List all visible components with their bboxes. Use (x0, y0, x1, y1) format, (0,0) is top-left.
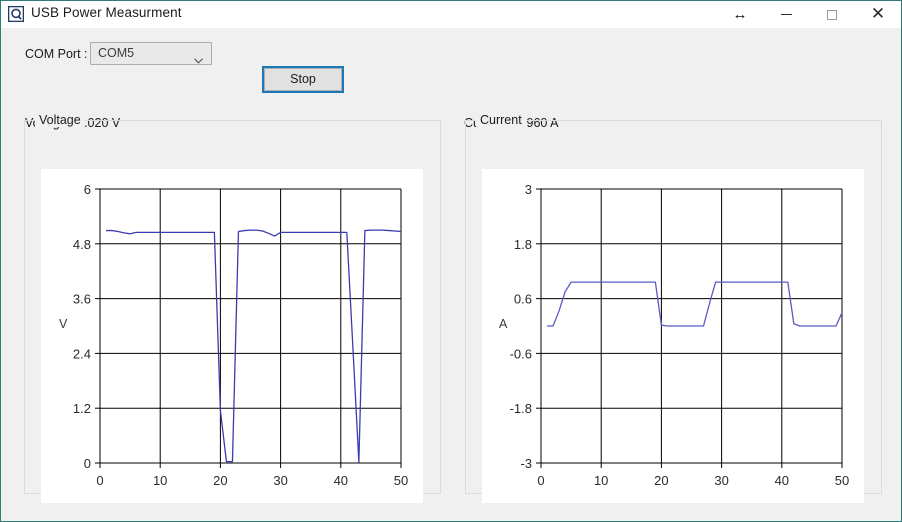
com-port-value: COM5 (98, 46, 135, 60)
current-chart-panel: 0 10 20 30 40 50 -3 -1.8 -0.6 0.6 1.8 3 (482, 169, 864, 503)
svg-text:20: 20 (654, 473, 668, 488)
svg-text:0.6: 0.6 (514, 292, 532, 307)
svg-text:10: 10 (153, 473, 167, 488)
com-port-select[interactable]: COM5 (90, 42, 212, 65)
close-icon: ✕ (870, 4, 886, 24)
current-chart: 0 10 20 30 40 50 -3 -1.8 -0.6 0.6 1.8 3 (510, 182, 850, 488)
svg-text:4.8: 4.8 (73, 237, 91, 252)
minimize-button[interactable] (763, 1, 809, 28)
voltage-chart: 0 10 20 30 40 50 0 1.2 2.4 3.6 4.8 6 (73, 182, 408, 488)
svg-text:20: 20 (213, 473, 227, 488)
svg-text:1.8: 1.8 (514, 237, 532, 252)
svg-text:30: 30 (273, 473, 287, 488)
maximize-icon (827, 9, 837, 20)
svg-text:2.4: 2.4 (73, 346, 91, 361)
svg-text:-1.8: -1.8 (510, 401, 532, 416)
svg-text:0: 0 (84, 456, 91, 471)
svg-text:-0.6: -0.6 (510, 346, 532, 361)
svg-text:0: 0 (537, 473, 544, 488)
svg-text:3.6: 3.6 (73, 292, 91, 307)
svg-text:30: 30 (714, 473, 728, 488)
chevron-down-icon (194, 51, 203, 64)
app-magnifier-icon (7, 5, 25, 23)
maximize-button[interactable] (809, 1, 855, 28)
voltage-chart-panel: 0 10 20 30 40 50 0 1.2 2.4 3.6 4.8 6 (41, 169, 423, 503)
svg-text:0: 0 (96, 473, 103, 488)
title-bar: USB Power Measurment ↔ ✕ (1, 1, 901, 29)
svg-text:3: 3 (525, 182, 532, 197)
client-area: COM Port : COM5 Stop Voltage : 5.020 V C… (1, 28, 901, 521)
svg-text:6: 6 (84, 182, 91, 197)
voltage-axis-unit-label: V (59, 317, 68, 331)
svg-text:10: 10 (594, 473, 608, 488)
window-title: USB Power Measurment (31, 5, 182, 20)
svg-text:40: 40 (334, 473, 348, 488)
app-window: USB Power Measurment ↔ ✕ COM Port : COM5 (0, 0, 902, 522)
current-axis-unit-label: A (499, 317, 508, 331)
svg-text:50: 50 (835, 473, 849, 488)
svg-text:40: 40 (775, 473, 789, 488)
svg-text:1.2: 1.2 (73, 401, 91, 416)
voltage-group-label: Voltage (35, 113, 85, 127)
resize-arrows-icon[interactable]: ↔ (717, 1, 763, 28)
close-button[interactable]: ✕ (855, 1, 901, 28)
svg-text:-3: -3 (520, 456, 532, 471)
stop-button-focus-ring (262, 66, 344, 93)
com-port-label: COM Port : (25, 47, 88, 61)
minimize-icon (780, 13, 792, 15)
window-controls: ↔ ✕ (717, 1, 901, 28)
current-group-label: Current (476, 113, 526, 127)
svg-text:50: 50 (394, 473, 408, 488)
